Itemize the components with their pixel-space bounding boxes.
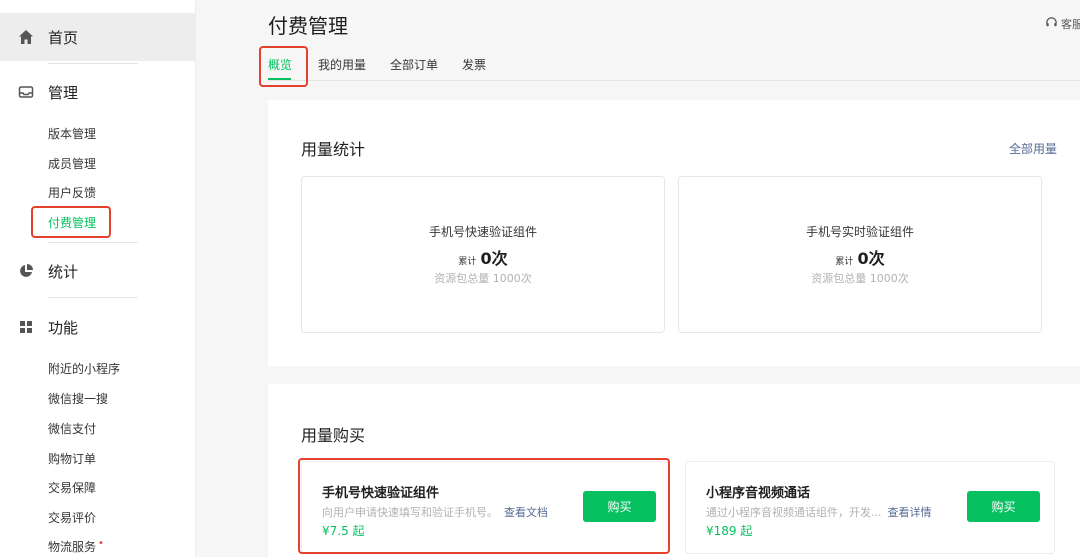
inbox-icon	[18, 84, 34, 100]
sidebar-item-guarantee[interactable]: 交易保障	[48, 479, 96, 496]
customer-service-label: 客服	[1061, 18, 1080, 31]
tab-invoice[interactable]: 发票	[462, 56, 486, 73]
divider	[48, 242, 138, 243]
usage-stats-title: 用量统计	[301, 140, 366, 159]
usage-box-count: 累计 0次	[302, 245, 664, 269]
product-price: ¥189 起	[706, 524, 753, 538]
sidebar-section-stats[interactable]: 统计	[0, 257, 196, 285]
pie-chart-icon	[18, 263, 34, 279]
view-details-link[interactable]: 查看详情	[888, 506, 932, 519]
usage-purchase-title: 用量购买	[301, 426, 366, 445]
usage-box-count-value: 0次	[480, 249, 508, 268]
sidebar-item-home-label: 首页	[48, 28, 79, 47]
sidebar-item-version[interactable]: 版本管理	[48, 125, 96, 142]
annotation-box	[259, 46, 308, 87]
product-card: 小程序音视频通话 通过小程序音视频通话组件，开发... 查看详情 ¥189 起 购…	[685, 461, 1055, 554]
sidebar-item-reviews[interactable]: 交易评价	[48, 509, 96, 526]
sidebar-section-features-label: 功能	[48, 318, 79, 337]
grid-icon	[18, 319, 34, 335]
product-name: 小程序音视频通话	[706, 486, 811, 501]
customer-service-link[interactable]: 客服	[1045, 16, 1080, 32]
all-usage-link[interactable]: 全部用量	[1009, 140, 1057, 157]
usage-box: 手机号实时验证组件 累计 0次 资源包总量 1000次	[678, 176, 1042, 333]
annotation-box	[31, 206, 111, 238]
product-description: 通过小程序音视频通话组件，开发... 查看详情	[706, 504, 932, 520]
tab-my-usage[interactable]: 我的用量	[318, 56, 366, 73]
buy-button[interactable]: 购买	[967, 491, 1040, 522]
usage-box-name: 手机号实时验证组件	[805, 225, 914, 239]
usage-box-count-value: 0次	[857, 249, 885, 268]
sidebar-item-members[interactable]: 成员管理	[48, 155, 96, 172]
annotation-box	[298, 458, 670, 554]
usage-box-name: 手机号快速验证组件	[428, 225, 537, 239]
tab-bar: 概览 我的用量 全部订单 发票	[268, 48, 1080, 81]
usage-purchase-card: 用量购买 手机号快速验证组件 向用户申请快速填写和验证手机号。 查看文档 ¥7.5…	[268, 384, 1080, 557]
usage-stats-card: 用量统计 全部用量 手机号快速验证组件 累计 0次 资源包总量 1000次 手机号…	[268, 100, 1080, 366]
sidebar-section-manage[interactable]: 管理	[0, 78, 196, 106]
usage-box-count: 累计 0次	[679, 245, 1041, 269]
divider	[48, 63, 138, 64]
home-icon	[18, 29, 34, 45]
divider	[48, 297, 138, 298]
sidebar: 首页 管理 版本管理 成员管理 用户反馈 付费管理 统计 功能 附近的小程序 微…	[0, 0, 196, 557]
sidebar-section-features[interactable]: 功能	[0, 313, 196, 341]
usage-box-count-label: 累计	[835, 257, 854, 267]
sidebar-item-search[interactable]: 微信搜一搜	[48, 390, 108, 407]
usage-box-quota: 资源包总量 1000次	[434, 272, 532, 285]
usage-box: 手机号快速验证组件 累计 0次 资源包总量 1000次	[301, 176, 665, 333]
sidebar-item-feedback[interactable]: 用户反馈	[48, 184, 96, 201]
sidebar-item-pay[interactable]: 微信支付	[48, 420, 96, 437]
usage-box-quota: 资源包总量 1000次	[811, 272, 909, 285]
page-title: 付费管理	[268, 14, 348, 38]
sidebar-item-orders[interactable]: 购物订单	[48, 450, 96, 467]
product-description-text: 通过小程序音视频通话组件，开发...	[706, 506, 882, 519]
tab-all-orders[interactable]: 全部订单	[390, 56, 438, 73]
sidebar-item-logistics[interactable]: 物流服务 •	[48, 538, 104, 555]
sidebar-item-home[interactable]: 首页	[0, 13, 196, 61]
sidebar-section-manage-label: 管理	[48, 83, 79, 102]
sidebar-section-stats-label: 统计	[48, 262, 79, 281]
usage-box-count-label: 累计	[458, 257, 477, 267]
new-badge: •	[98, 538, 104, 549]
sidebar-item-nearby[interactable]: 附近的小程序	[48, 360, 120, 377]
headset-icon	[1045, 16, 1058, 32]
sidebar-item-logistics-label: 物流服务	[48, 540, 97, 554]
